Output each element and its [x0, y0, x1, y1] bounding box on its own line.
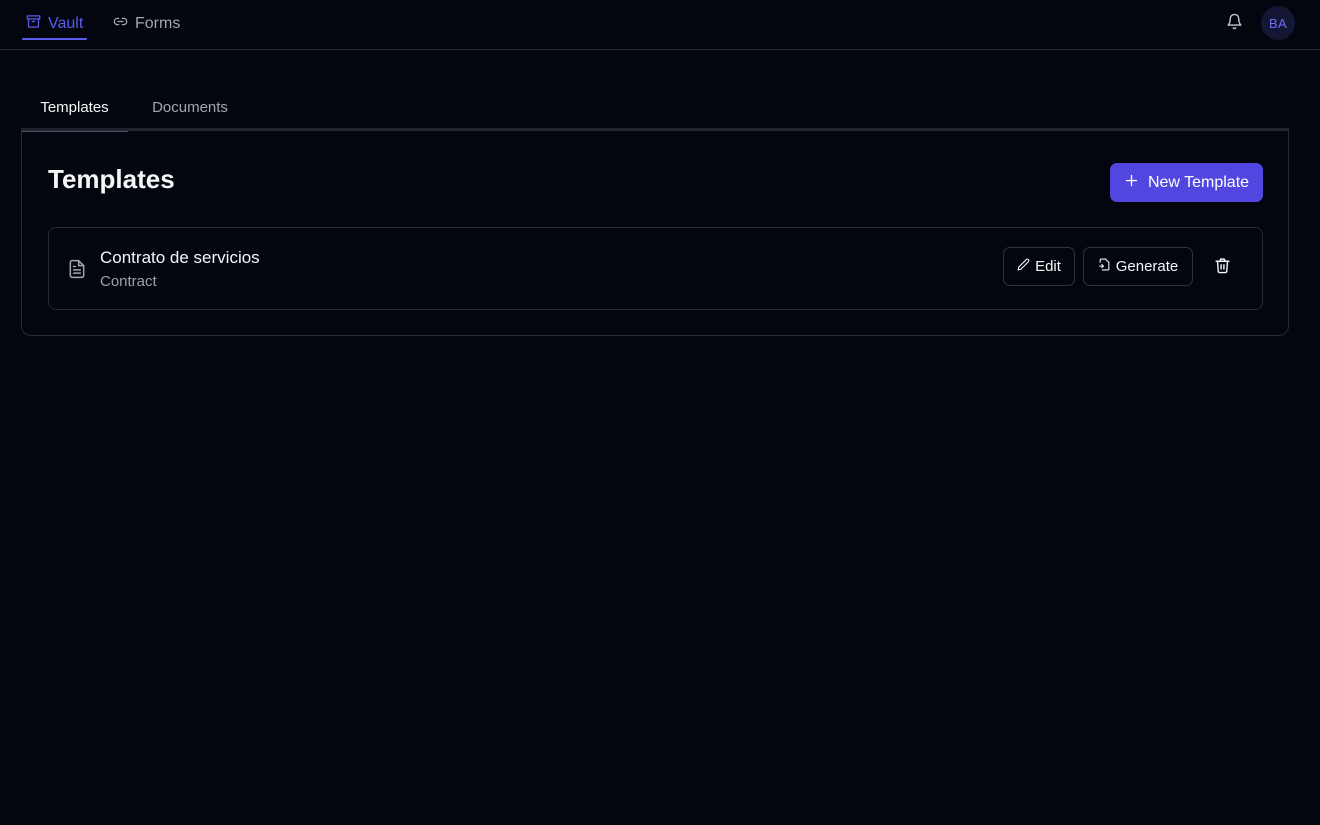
- delete-button[interactable]: [1212, 258, 1232, 278]
- templates-panel: Templates New Template Contrato de servi…: [21, 130, 1289, 336]
- notifications-button[interactable]: [1222, 12, 1246, 36]
- new-template-label: New Template: [1147, 173, 1250, 191]
- pencil-icon: [1017, 258, 1030, 275]
- bell-icon: [1226, 13, 1243, 35]
- tab-label: Documents: [152, 98, 228, 116]
- user-avatar[interactable]: BA: [1261, 6, 1295, 40]
- avatar-initials: BA: [1269, 15, 1287, 31]
- template-type: Contract: [100, 273, 157, 290]
- template-name: Contrato de servicios: [100, 248, 260, 267]
- tab-templates[interactable]: Templates: [21, 84, 128, 132]
- generate-label: Generate: [1115, 258, 1179, 275]
- tab-bar: Templates Documents: [21, 84, 1289, 132]
- archive-icon: [26, 14, 41, 34]
- tab-documents[interactable]: Documents: [135, 84, 245, 130]
- trash-icon: [1214, 257, 1231, 279]
- new-template-button[interactable]: New Template: [1110, 163, 1263, 202]
- nav-item-label: Forms: [135, 15, 181, 32]
- plus-icon: [1124, 173, 1139, 193]
- nav-item-forms[interactable]: Forms: [113, 0, 180, 48]
- nav-item-vault[interactable]: Vault: [22, 0, 88, 48]
- edit-label: Edit: [1035, 258, 1061, 275]
- panel-title: Templates: [48, 164, 175, 194]
- top-navigation-bar: Vault Forms BA: [0, 0, 1320, 50]
- template-row: Contrato de servicios Contract Edit Gene…: [48, 227, 1263, 310]
- tab-label: Templates: [40, 98, 109, 116]
- link-icon: [113, 14, 128, 34]
- generate-button[interactable]: Generate: [1083, 247, 1193, 286]
- nav-item-label: Vault: [48, 15, 84, 32]
- file-text-icon: [67, 258, 87, 280]
- edit-button[interactable]: Edit: [1003, 247, 1075, 286]
- file-generate-icon: [1098, 258, 1111, 275]
- active-nav-indicator: [22, 38, 88, 40]
